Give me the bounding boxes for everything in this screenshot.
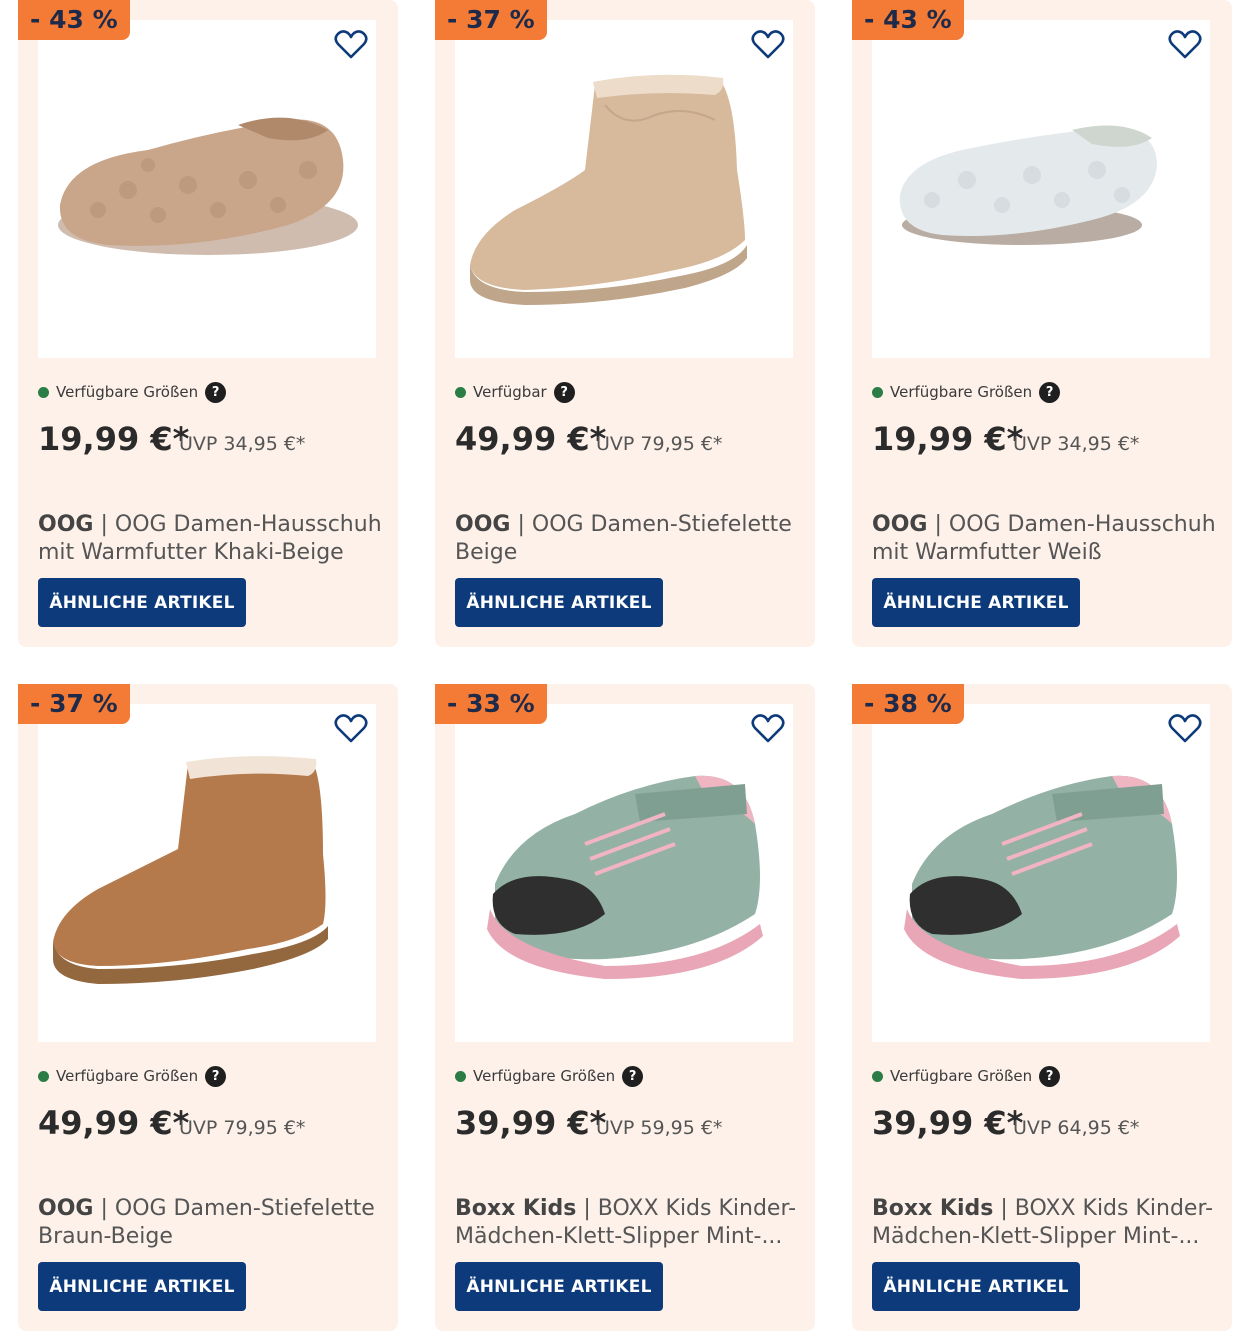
availability: Verfügbare Größen ? xyxy=(872,1065,1061,1087)
discount-badge: - 33 % xyxy=(435,684,547,724)
help-icon[interactable]: ? xyxy=(1039,381,1061,403)
similar-articles-button[interactable]: ÄHNLICHE ARTIKEL xyxy=(455,1262,663,1311)
uvp-price: UVP 79,95 €* xyxy=(179,1117,306,1139)
product-title[interactable]: Boxx Kids | BOXX Kids Kinder- Mädchen-Kl… xyxy=(455,1195,800,1251)
help-icon[interactable]: ? xyxy=(553,381,575,403)
uvp-price: UVP 34,95 €* xyxy=(1013,433,1140,455)
product-name-line1: OOG Damen-Hausschuh xyxy=(114,512,382,537)
product-name-line2: Beige xyxy=(455,540,518,565)
price: 19,99 €* xyxy=(38,420,190,458)
brand-name: OOG xyxy=(872,512,928,537)
heart-icon[interactable] xyxy=(1168,714,1202,744)
discount-badge: - 37 % xyxy=(18,684,130,724)
product-name-line1: BOXX Kids Kinder- xyxy=(597,1196,797,1221)
help-icon[interactable]: ? xyxy=(205,381,227,403)
product-name-line2: mit Warmfutter Khaki-Beige xyxy=(38,540,344,565)
discount-badge: - 38 % xyxy=(852,684,964,724)
uvp-price: UVP 59,95 €* xyxy=(596,1117,723,1139)
heart-icon[interactable] xyxy=(751,714,785,744)
price: 49,99 €* xyxy=(38,1104,190,1142)
product-title[interactable]: OOG | OOG Damen-Hausschuh mit Warmfutter… xyxy=(38,511,383,567)
product-title[interactable]: Boxx Kids | BOXX Kids Kinder- Mädchen-Kl… xyxy=(872,1195,1217,1251)
availability: Verfügbare Größen ? xyxy=(38,381,227,403)
availability-dot xyxy=(455,386,466,398)
boot-brown-image xyxy=(53,756,328,984)
slipper-khaki-image xyxy=(58,117,358,255)
discount-badge: - 43 % xyxy=(852,0,964,40)
price: 39,99 €* xyxy=(872,1104,1024,1142)
product-image[interactable] xyxy=(455,20,793,358)
product-card[interactable]: - 43 % Verfügbare Größen ? 19,99 €* UVP … xyxy=(852,0,1232,647)
product-image[interactable] xyxy=(872,20,1210,358)
help-icon[interactable]: ? xyxy=(622,1065,644,1087)
heart-icon[interactable] xyxy=(334,30,368,60)
product-image[interactable] xyxy=(455,704,793,1042)
availability-dot xyxy=(455,1070,466,1082)
kids-sneaker-mint-image xyxy=(904,775,1180,979)
discount-badge: - 43 % xyxy=(18,0,130,40)
help-icon[interactable]: ? xyxy=(1039,1065,1061,1087)
product-name-line2: Braun-Beige xyxy=(38,1224,173,1249)
product-name-line1: OOG Damen-Hausschuh xyxy=(948,512,1216,537)
heart-icon[interactable] xyxy=(334,714,368,744)
product-card[interactable]: - 43 % Verfügbare Größen ? 19,99 €* UVP … xyxy=(18,0,398,647)
heart-icon[interactable] xyxy=(1168,30,1202,60)
uvp-price: UVP 79,95 €* xyxy=(596,433,723,455)
availability-label: Verfügbare Größen xyxy=(473,1067,616,1085)
price: 19,99 €* xyxy=(872,420,1024,458)
availability: Verfügbare Größen ? xyxy=(38,1065,227,1087)
product-image[interactable] xyxy=(872,704,1210,1042)
product-grid: - 43 % Verfügbare Größen ? 19,99 €* UVP … xyxy=(0,0,1250,1331)
product-card[interactable]: - 37 % Verfügbar ? 49,99 €* UVP 79,95 €*… xyxy=(435,0,815,647)
product-card[interactable]: - 37 % Verfügbare Größen ? 49,99 €* UVP … xyxy=(18,684,398,1331)
product-title[interactable]: OOG | OOG Damen-Hausschuh mit Warmfutter… xyxy=(872,511,1217,567)
brand-name: OOG xyxy=(38,512,94,537)
availability-dot xyxy=(872,1070,883,1082)
help-icon[interactable]: ? xyxy=(205,1065,227,1087)
discount-badge: - 37 % xyxy=(435,0,547,40)
similar-articles-button[interactable]: ÄHNLICHE ARTIKEL xyxy=(38,1262,246,1311)
price: 49,99 €* xyxy=(455,420,607,458)
similar-articles-button[interactable]: ÄHNLICHE ARTIKEL xyxy=(872,578,1080,627)
product-name-line1: BOXX Kids Kinder- xyxy=(1014,1196,1214,1221)
product-name-line1: OOG Damen-Stiefelette xyxy=(531,512,792,537)
product-name-line2: mit Warmfutter Weiß xyxy=(872,540,1102,565)
availability-label: Verfügbare Größen xyxy=(890,1067,1033,1085)
uvp-price: UVP 64,95 €* xyxy=(1013,1117,1140,1139)
brand-name: OOG xyxy=(38,1196,94,1221)
similar-articles-button[interactable]: ÄHNLICHE ARTIKEL xyxy=(455,578,663,627)
availability-label: Verfügbar xyxy=(473,383,547,401)
product-image[interactable] xyxy=(38,20,376,358)
brand-name: OOG xyxy=(455,512,511,537)
product-name-line2: Mädchen-Klett-Slipper Mint-... xyxy=(455,1224,783,1249)
product-title[interactable]: OOG | OOG Damen-Stiefelette Beige xyxy=(455,511,800,567)
similar-articles-button[interactable]: ÄHNLICHE ARTIKEL xyxy=(872,1262,1080,1311)
availability-dot xyxy=(872,386,883,398)
availability-dot xyxy=(38,1070,49,1082)
product-card[interactable]: - 33 % Verfügbare Größen ? 39,99 €* UVP … xyxy=(435,684,815,1331)
product-name-line1: OOG Damen-Stiefelette xyxy=(114,1196,375,1221)
product-title[interactable]: OOG | OOG Damen-Stiefelette Braun-Beige xyxy=(38,1195,383,1251)
availability-label: Verfügbare Größen xyxy=(56,383,199,401)
boot-beige-image xyxy=(470,74,747,305)
availability-label: Verfügbare Größen xyxy=(56,1067,199,1085)
availability-dot xyxy=(38,386,49,398)
kids-sneaker-mint-image xyxy=(487,775,763,979)
product-image[interactable] xyxy=(38,704,376,1042)
product-name-line2: Mädchen-Klett-Slipper Mint-... xyxy=(872,1224,1200,1249)
availability: Verfügbar ? xyxy=(455,381,575,403)
uvp-price: UVP 34,95 €* xyxy=(179,433,306,455)
slipper-white-image xyxy=(899,125,1157,245)
heart-icon[interactable] xyxy=(751,30,785,60)
brand-name: Boxx Kids xyxy=(872,1196,994,1221)
similar-articles-button[interactable]: ÄHNLICHE ARTIKEL xyxy=(38,578,246,627)
price: 39,99 €* xyxy=(455,1104,607,1142)
availability-label: Verfügbare Größen xyxy=(890,383,1033,401)
brand-name: Boxx Kids xyxy=(455,1196,577,1221)
availability: Verfügbare Größen ? xyxy=(872,381,1061,403)
product-card[interactable]: - 38 % Verfügbare Größen ? 39,99 €* UVP … xyxy=(852,684,1232,1331)
availability: Verfügbare Größen ? xyxy=(455,1065,644,1087)
